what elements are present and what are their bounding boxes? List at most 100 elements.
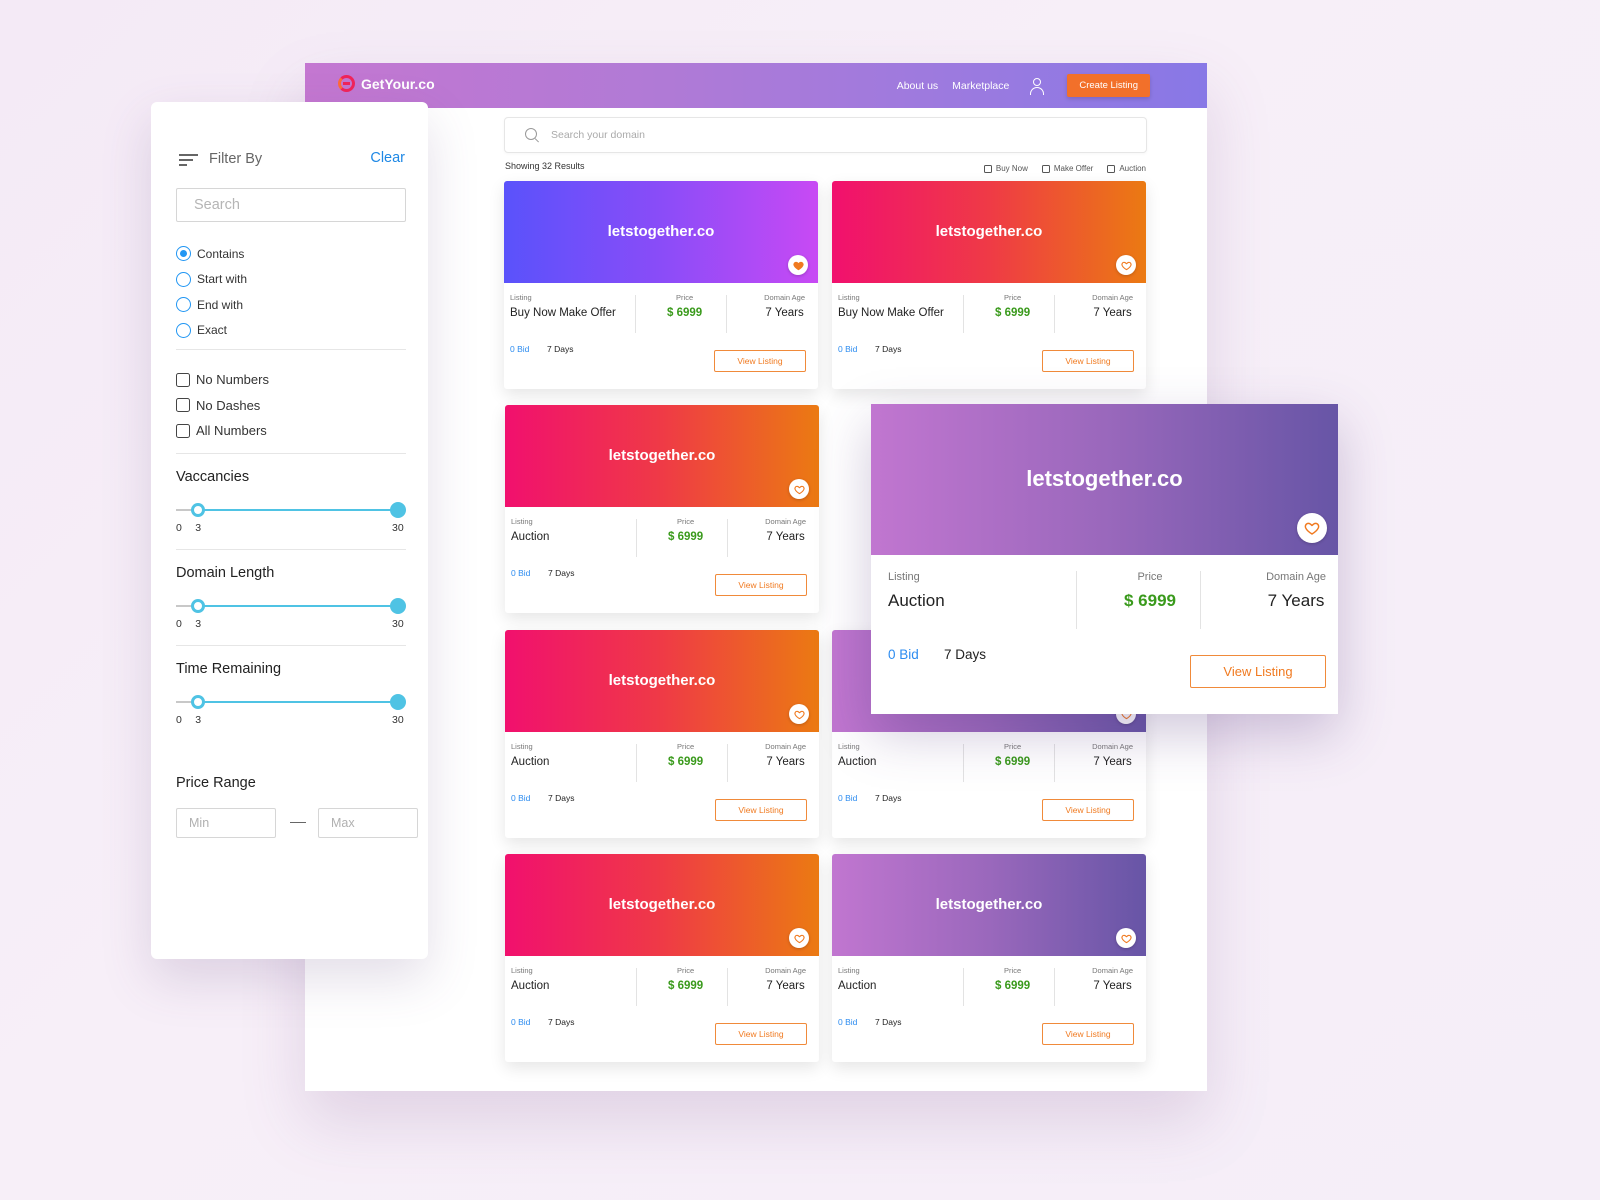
view-listing-button[interactable]: View Listing [1042, 1023, 1134, 1045]
domain-search-bar [504, 117, 1147, 153]
featured-listing-card[interactable]: letstogether.co Listing Auction Price $ … [871, 404, 1338, 714]
slider-min-handle[interactable] [191, 599, 206, 613]
favorite-button[interactable] [788, 255, 808, 275]
divider [636, 519, 637, 557]
listing-card[interactable]: letstogether.co Listing Auction Price $ … [832, 854, 1146, 1062]
domain-age-label: Domain Age [1092, 293, 1133, 302]
domain-age-label: Domain Age [765, 742, 806, 751]
bid-count: 0 Bid [888, 647, 919, 662]
card-info: Listing Auction Price $ 6999 Domain Age … [871, 555, 1338, 714]
option-no-dashes[interactable]: No Dashes [176, 393, 269, 419]
domain-search-input[interactable] [551, 129, 1110, 141]
domain-age-value: 7 Years [1267, 591, 1325, 610]
listing-card[interactable]: letstogether.co Listing Auction Price $ … [505, 630, 819, 838]
slider-vaccancies: Vaccancies 0 3 30 [176, 469, 406, 534]
radio-end-with[interactable]: End with [176, 292, 247, 318]
slider-max-handle[interactable] [390, 502, 406, 518]
card-info: Listing Buy Now Make Offer Price $ 6999 … [504, 283, 818, 389]
slider-range-fill [198, 605, 398, 607]
view-listing-button[interactable]: View Listing [1190, 655, 1326, 688]
divider [176, 453, 406, 454]
view-listing-button[interactable]: View Listing [714, 350, 806, 372]
view-listing-button[interactable]: View Listing [715, 574, 807, 596]
domain-age-value: 7 Years [766, 531, 805, 543]
create-listing-button[interactable]: Create Listing [1067, 74, 1150, 97]
slider-tick-max: 30 [392, 714, 404, 726]
favorite-button[interactable] [1116, 255, 1136, 275]
listing-card[interactable]: letstogether.co Listing Buy Now Make Off… [832, 181, 1146, 389]
price: Price $ 6999 [668, 742, 703, 768]
favorite-button[interactable] [789, 704, 809, 724]
view-listing-button[interactable]: View Listing [715, 1023, 807, 1045]
filter-label: Auction [1119, 164, 1146, 173]
price-label: Price [677, 742, 695, 751]
time-remaining: 7 Days [548, 1017, 575, 1027]
bid-count: 0 Bid [511, 568, 531, 578]
divider [176, 349, 406, 350]
price-min-input[interactable] [176, 808, 276, 838]
divider [1054, 295, 1055, 333]
filter-title: Filter By [209, 151, 263, 167]
checkbox[interactable] [176, 423, 190, 438]
option-all-numbers[interactable]: All Numbers [176, 418, 269, 444]
view-listing-button[interactable]: View Listing [1042, 350, 1134, 372]
divider [726, 295, 727, 333]
slider-track[interactable] [176, 598, 406, 614]
card-info: Listing Buy Now Make Offer Price $ 6999 … [832, 283, 1146, 389]
brand-logo[interactable]: GetYour.co [338, 75, 435, 92]
slider-max-handle[interactable] [390, 694, 406, 710]
divider [727, 744, 728, 782]
listing-card[interactable]: letstogether.co Listing Auction Price $ … [505, 854, 819, 1062]
domain-name: letstogether.co [608, 671, 716, 689]
clear-filters-button[interactable]: Clear [370, 150, 405, 166]
domain-age: Domain Age 7 Years [764, 293, 805, 319]
price: Price $ 6999 [668, 966, 703, 992]
price: Price $ 6999 [1124, 571, 1176, 611]
price-max-input[interactable] [318, 808, 418, 838]
filter-search-input[interactable] [176, 188, 406, 222]
heart-icon [793, 710, 805, 719]
radio-contains[interactable]: Contains [176, 241, 247, 267]
filter-auction[interactable]: Auction [1107, 164, 1146, 173]
checkbox[interactable] [1041, 164, 1050, 173]
domain-age: Domain Age 7 Years [1092, 293, 1133, 319]
divider [176, 549, 406, 550]
checkbox[interactable] [176, 398, 190, 413]
logo-icon [338, 75, 355, 92]
filter-make-offer[interactable]: Make Offer [1041, 164, 1093, 173]
view-listing-button[interactable]: View Listing [1042, 799, 1134, 821]
favorite-button[interactable] [789, 479, 809, 499]
filter-buy-now[interactable]: Buy Now [983, 164, 1028, 173]
nav-link-marketplace[interactable]: Marketplace [952, 80, 1009, 92]
favorite-button[interactable] [789, 928, 809, 948]
domain-age-value: 7 Years [1093, 980, 1132, 992]
heart-icon [793, 485, 805, 494]
slider-track[interactable] [176, 502, 406, 518]
listing-card[interactable]: letstogether.co Listing Buy Now Make Off… [504, 181, 818, 389]
checkbox[interactable] [176, 372, 190, 387]
user-account-icon[interactable] [1029, 77, 1045, 95]
card-info: Listing Auction Price $ 6999 Domain Age … [505, 956, 819, 1062]
nav-link-about[interactable]: About us [897, 80, 938, 92]
radio-button[interactable] [176, 246, 191, 262]
view-listing-button[interactable]: View Listing [715, 799, 807, 821]
listing-type: Listing Auction [511, 742, 549, 768]
slider-min-handle[interactable] [191, 503, 206, 517]
slider-min-handle[interactable] [191, 695, 206, 709]
slider-track[interactable] [176, 694, 406, 710]
option-no-numbers[interactable]: No Numbers [176, 367, 269, 393]
slider-tick-min: 0 [176, 522, 182, 534]
price-label: Price [1004, 966, 1022, 975]
radio-button[interactable] [176, 271, 191, 287]
favorite-button[interactable] [1297, 513, 1327, 543]
radio-button[interactable] [176, 322, 191, 338]
slider-max-handle[interactable] [390, 598, 406, 614]
radio-button[interactable] [176, 297, 191, 313]
listing-card[interactable]: letstogether.co Listing Auction Price $ … [505, 405, 819, 613]
checkbox[interactable] [983, 164, 992, 173]
checkbox[interactable] [1107, 164, 1116, 173]
radio-start-with[interactable]: Start with [176, 267, 247, 293]
domain-age-label: Domain Age [1092, 742, 1133, 751]
radio-exact[interactable]: Exact [176, 318, 247, 344]
favorite-button[interactable] [1116, 928, 1136, 948]
